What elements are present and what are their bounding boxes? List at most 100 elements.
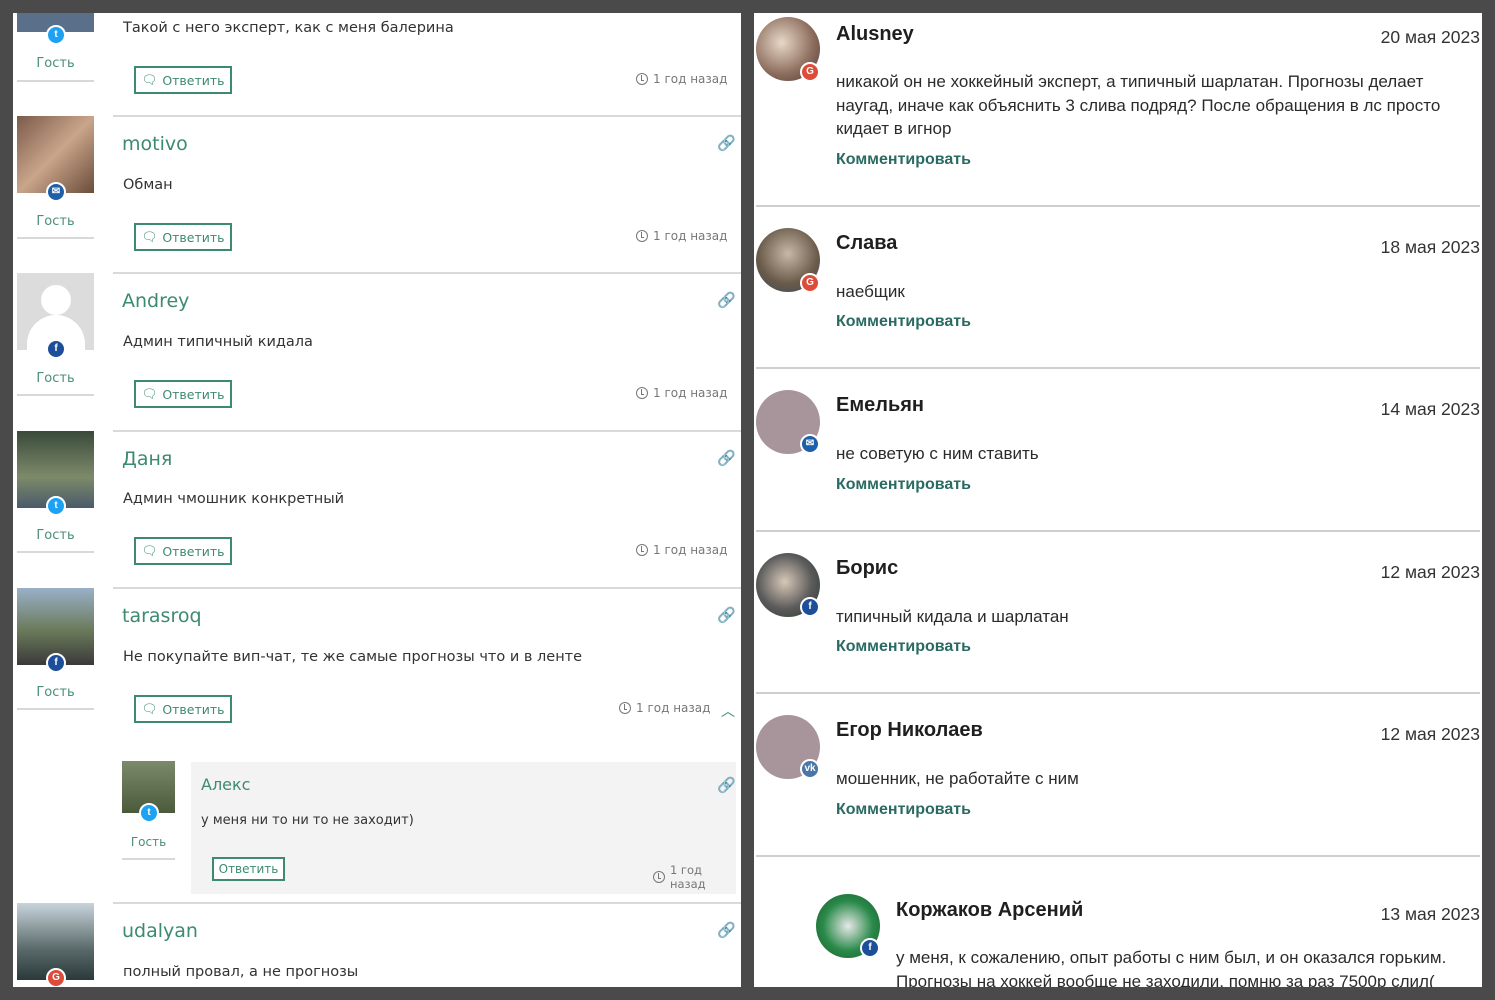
comment-author[interactable]: tarasroq <box>122 605 202 627</box>
clock-icon <box>636 544 648 556</box>
divider <box>113 430 741 432</box>
clock-icon <box>636 230 648 242</box>
comment-text: наебщик <box>836 282 905 301</box>
comment-author[interactable]: motivo <box>122 133 188 155</box>
divider <box>122 858 175 860</box>
guest-label: Гость <box>36 371 75 386</box>
comment-link[interactable]: Комментировать <box>836 638 971 656</box>
twitter-icon: t <box>46 25 66 45</box>
comment-text: мошенник, не работайте с ним <box>836 769 1079 788</box>
guest-label: Гость <box>36 685 75 700</box>
comment-link[interactable]: Комментировать <box>836 801 971 819</box>
timestamp: 1 год назад <box>653 863 741 891</box>
link-icon[interactable]: 🔗 <box>717 134 736 152</box>
comment-date: 12 мая 2023 <box>1380 724 1480 744</box>
comment-author[interactable]: Слава <box>836 232 897 255</box>
comment-text: никакой он не хоккейный эксперт, а типич… <box>836 72 1441 138</box>
clock-icon <box>636 387 648 399</box>
chat-icon: 🗨 <box>141 229 158 244</box>
divider <box>17 551 94 553</box>
divider <box>113 902 741 904</box>
collapse-chevron-icon[interactable]: ︿ <box>721 701 735 721</box>
right-comments-panel: G Alusney 20 мая 2023 никакой он не хокк… <box>754 13 1482 987</box>
timestamp: 1 год назад <box>636 72 727 86</box>
guest-label: Гость <box>36 214 75 229</box>
divider <box>17 80 94 82</box>
divider <box>756 367 1480 369</box>
divider <box>756 205 1480 207</box>
divider <box>17 394 94 396</box>
comment-text: полный провал, а не прогнозы <box>123 964 359 980</box>
comment-author[interactable]: Егор Николаев <box>836 719 983 742</box>
reply-button[interactable]: 🗨 Ответить <box>134 695 232 723</box>
comment-text: Такой с него эксперт, как с меня балерин… <box>123 20 454 36</box>
comment-link[interactable]: Комментировать <box>836 476 971 494</box>
comment-author[interactable]: Alusney <box>836 23 914 46</box>
comment-date: 13 мая 2023 <box>1380 904 1480 924</box>
divider <box>17 237 94 239</box>
divider <box>17 708 94 710</box>
comment-text: Обман <box>123 177 173 193</box>
comment-author[interactable]: Andrey <box>122 290 189 312</box>
comment-author[interactable]: Борис <box>836 557 898 580</box>
link-icon[interactable]: 🔗 <box>717 921 736 939</box>
comment-text: у меня, к сожалению, опыт работы с ним б… <box>896 948 1447 987</box>
comment-text: Админ типичный кидала <box>123 334 313 350</box>
reply-button[interactable]: Ответить <box>212 857 285 881</box>
comment-text: типичный кидала и шарлатан <box>836 607 1069 626</box>
clock-icon <box>636 73 648 85</box>
vk-icon: vk <box>800 759 820 779</box>
reply-button[interactable]: 🗨 Ответить <box>134 537 232 565</box>
link-icon[interactable]: 🔗 <box>717 606 736 624</box>
link-icon[interactable]: 🔗 <box>717 449 736 467</box>
clock-icon <box>653 871 665 883</box>
chat-icon: 🗨 <box>141 72 158 87</box>
comment-text: Не покупайте вип-чат, те же самые прогно… <box>123 649 583 665</box>
google-plus-icon: G <box>800 62 820 82</box>
comment-author[interactable]: Алекс <box>201 775 250 794</box>
link-icon[interactable]: 🔗 <box>717 291 736 309</box>
divider <box>756 530 1480 532</box>
comment-date: 12 мая 2023 <box>1380 562 1480 582</box>
facebook-icon: f <box>46 653 66 673</box>
facebook-icon: f <box>860 938 880 958</box>
comment-text: Админ чмошник конкретный <box>123 491 345 507</box>
facebook-icon: f <box>46 339 66 359</box>
twitter-icon: t <box>139 803 159 823</box>
comment-date: 14 мая 2023 <box>1380 399 1480 419</box>
comment-author[interactable]: Емельян <box>836 394 924 417</box>
comment-text: не советую с ним ставить <box>836 444 1039 463</box>
divider <box>756 692 1480 694</box>
timestamp: 1 год назад <box>619 701 710 715</box>
google-plus-icon: G <box>46 968 66 987</box>
timestamp: 1 год назад <box>636 386 727 400</box>
chat-icon: 🗨 <box>141 543 158 558</box>
timestamp: 1 год назад <box>636 543 727 557</box>
mail-icon: ✉ <box>46 182 66 202</box>
chat-icon: 🗨 <box>141 386 158 401</box>
comment-link[interactable]: Комментировать <box>836 151 971 169</box>
guest-label: Гость <box>36 528 75 543</box>
comment-author[interactable]: Коржаков Арсений <box>896 899 1083 922</box>
mail-icon: ✉ <box>800 434 820 454</box>
comment-author[interactable]: Даня <box>122 448 172 470</box>
link-icon[interactable]: 🔗 <box>717 776 736 794</box>
comment-text: у меня ни то ни то не заходит) <box>201 813 414 828</box>
divider <box>113 272 741 274</box>
clock-icon <box>619 702 631 714</box>
timestamp: 1 год назад <box>636 229 727 243</box>
reply-button[interactable]: 🗨 Ответить <box>134 66 232 94</box>
divider <box>756 855 1480 857</box>
guest-label: Гость <box>36 56 75 71</box>
comment-date: 20 мая 2023 <box>1380 27 1480 47</box>
twitter-icon: t <box>46 496 66 516</box>
guest-label: Гость <box>130 835 167 849</box>
comment-link[interactable]: Комментировать <box>836 313 971 331</box>
reply-button[interactable]: 🗨 Ответить <box>134 223 232 251</box>
placeholder-head <box>41 285 71 315</box>
comment-author[interactable]: udalyan <box>122 920 198 942</box>
reply-button[interactable]: 🗨 Ответить <box>134 380 232 408</box>
google-plus-icon: G <box>800 273 820 293</box>
facebook-icon: f <box>800 597 820 617</box>
chat-icon: 🗨 <box>141 701 158 716</box>
